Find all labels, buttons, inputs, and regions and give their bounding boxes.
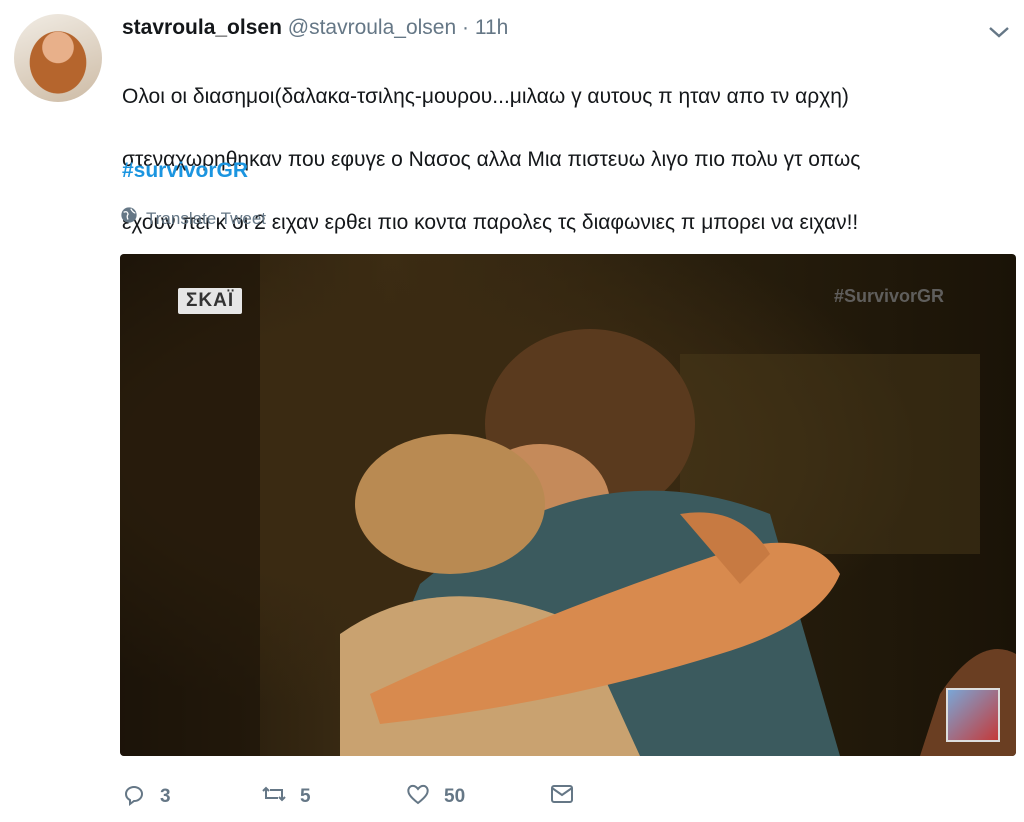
reply-count: 3 bbox=[160, 786, 171, 807]
translate-tweet-link[interactable]: Translate Tweet bbox=[120, 206, 266, 231]
tweet-text-line: στεναχωρηθηκαν που εφυγε ο Νασος αλλα Μι… bbox=[122, 147, 861, 171]
reply-button[interactable]: 3 bbox=[120, 780, 171, 814]
translate-label: Translate Tweet bbox=[146, 208, 267, 228]
separator: · bbox=[462, 16, 470, 39]
tweet-text: Ολοι οι διασημοι(δαλακα-τσιλης-μουρου...… bbox=[122, 49, 1012, 270]
direct-message-button[interactable] bbox=[548, 780, 576, 814]
reply-icon bbox=[120, 780, 148, 814]
tweet-media-image[interactable]: ΣΚΑΪ #SurvivorGR bbox=[120, 254, 1016, 756]
retweet-icon bbox=[260, 780, 288, 814]
media-overlay-tag: #SurvivorGR bbox=[833, 286, 944, 306]
channel-badge-icon bbox=[946, 688, 1000, 742]
hug-scene-illustration bbox=[120, 254, 1016, 756]
like-icon bbox=[404, 780, 432, 814]
hashtag-link[interactable]: #survivorGR bbox=[122, 155, 248, 186]
author-name[interactable]: stavroula_olsen bbox=[122, 16, 282, 39]
message-icon bbox=[548, 780, 576, 814]
retweet-count: 5 bbox=[300, 786, 311, 807]
chevron-down-icon[interactable] bbox=[986, 22, 1012, 42]
avatar[interactable] bbox=[14, 14, 102, 102]
tweet-header: stavroula_olsen @stavroula_olsen · 11h bbox=[122, 14, 508, 42]
author-handle[interactable]: @stavroula_olsen bbox=[288, 16, 456, 39]
timestamp[interactable]: 11h bbox=[475, 16, 508, 39]
tweet-text-line: Ολοι οι διασημοι(δαλακα-τσιλης-μουρου...… bbox=[122, 84, 849, 108]
like-button[interactable]: 50 bbox=[404, 780, 465, 814]
like-count: 50 bbox=[444, 786, 466, 807]
globe-icon bbox=[120, 206, 138, 231]
retweet-button[interactable]: 5 bbox=[260, 780, 311, 814]
channel-logo: ΣΚΑΪ bbox=[178, 288, 243, 314]
tweet-actions: 3 5 50 bbox=[120, 780, 600, 820]
